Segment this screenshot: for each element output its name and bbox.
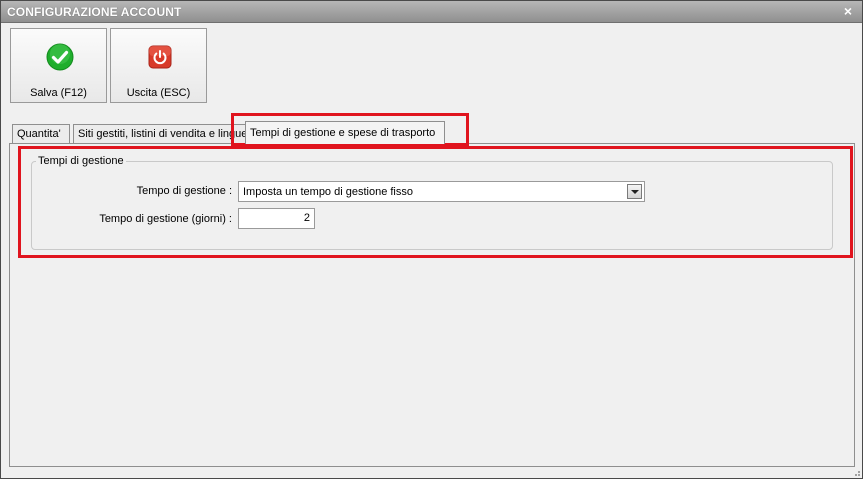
close-icon[interactable]: × (844, 3, 852, 19)
tab-quantita-label: Quantita' (17, 128, 61, 140)
tab-tempi-label: Tempi di gestione e spese di trasporto (250, 127, 436, 139)
check-icon (46, 43, 74, 71)
save-button-label: Salva (F12) (30, 87, 87, 99)
highlight-group-box (18, 146, 853, 258)
resize-grip-icon[interactable] (851, 467, 861, 477)
window-title: CONFIGURAZIONE ACCOUNT (7, 5, 182, 19)
power-icon (148, 45, 172, 69)
save-button[interactable]: Salva (F12) (10, 28, 107, 103)
title-bar[interactable]: CONFIGURAZIONE ACCOUNT × (1, 1, 862, 23)
exit-button[interactable]: Uscita (ESC) (110, 28, 207, 103)
tab-siti-listini-lingue[interactable]: Siti gestiti, listini di vendita e lingu… (73, 124, 251, 144)
exit-button-label: Uscita (ESC) (126, 87, 191, 99)
tab-quantita[interactable]: Quantita' (12, 124, 70, 144)
tab-siti-label: Siti gestiti, listini di vendita e lingu… (78, 128, 248, 140)
tab-tempi-gestione[interactable]: Tempi di gestione e spese di trasporto (245, 121, 445, 144)
